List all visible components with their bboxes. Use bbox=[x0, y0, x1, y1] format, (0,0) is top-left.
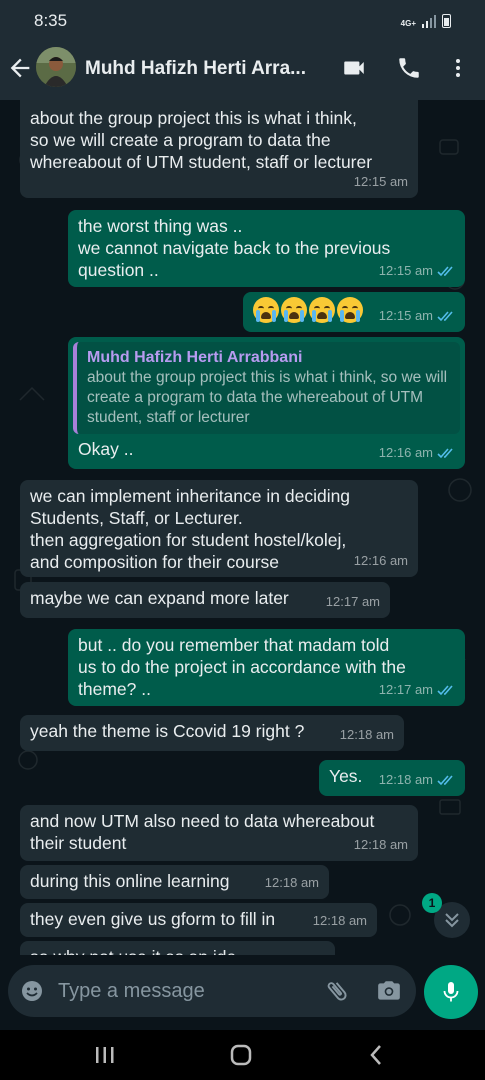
message-time: 12:18 am bbox=[312, 913, 367, 928]
message-list[interactable]: about the group project this is what i t… bbox=[0, 100, 485, 955]
message-bubble-outgoing[interactable]: Yes. 12:18 am bbox=[319, 760, 465, 796]
crying-face-icon bbox=[337, 297, 363, 323]
more-vertical-icon[interactable] bbox=[446, 55, 470, 81]
message-time: 12:16 am bbox=[353, 553, 408, 568]
message-bubble-incoming[interactable]: during this online learning 12:18 am bbox=[20, 865, 329, 899]
crying-face-icon bbox=[253, 297, 279, 323]
quoted-author: Muhd Hafizh Herti Arrabbani bbox=[87, 349, 303, 366]
message-input[interactable] bbox=[58, 977, 308, 1005]
chat-header: Muhd Hafizh Herti Arra... bbox=[0, 38, 485, 100]
video-call-icon[interactable] bbox=[340, 55, 368, 81]
message-time: 12:15 am bbox=[378, 263, 433, 278]
phone-icon[interactable] bbox=[396, 55, 424, 81]
message-bubble-incoming[interactable]: about the group project this is what i t… bbox=[20, 100, 418, 198]
read-receipt-icon bbox=[437, 684, 453, 695]
mic-button[interactable] bbox=[424, 965, 478, 1019]
crying-face-icon bbox=[309, 297, 335, 323]
home-icon[interactable] bbox=[226, 1042, 256, 1068]
quoted-text: about the group project this is what i t… bbox=[87, 369, 448, 426]
message-time: 12:16 am bbox=[378, 445, 433, 460]
unread-count-badge: 1 bbox=[422, 893, 442, 913]
crying-face-icon bbox=[281, 297, 307, 323]
message-time: 12:15 am bbox=[378, 308, 433, 323]
emoji-icon[interactable] bbox=[20, 979, 44, 1003]
message-text: so why not use it as an ide bbox=[30, 946, 325, 955]
read-receipt-icon bbox=[437, 265, 453, 276]
message-bubble-outgoing[interactable]: but .. do you remember that madam told u… bbox=[68, 629, 465, 706]
message-input-box[interactable] bbox=[8, 965, 416, 1017]
system-nav-bar bbox=[0, 1030, 485, 1080]
network-label: 4G+ bbox=[400, 19, 416, 28]
message-time: 12:18 am bbox=[353, 837, 408, 852]
message-text: about the group project this is what i t… bbox=[30, 108, 373, 172]
status-time: 8:35 bbox=[34, 11, 68, 30]
read-receipt-icon bbox=[437, 774, 453, 785]
message-text: and now UTM also need to data whereabout… bbox=[30, 811, 375, 853]
message-bubble-outgoing[interactable]: 12:15 am bbox=[243, 292, 465, 332]
message-time: 12:15 am bbox=[353, 174, 408, 189]
message-bubble-incoming[interactable]: we can implement inheritance in deciding… bbox=[20, 480, 418, 577]
message-text: we can implement inheritance in deciding… bbox=[30, 486, 351, 572]
composer bbox=[0, 955, 485, 1030]
message-bubble-incoming[interactable]: they even give us gform to fill in 12:18… bbox=[20, 903, 377, 937]
message-bubble-incoming[interactable]: and now UTM also need to data whereabout… bbox=[20, 805, 418, 861]
paperclip-icon[interactable] bbox=[324, 978, 350, 1004]
camera-icon[interactable] bbox=[376, 978, 402, 1004]
message-time: 12:18 am bbox=[264, 875, 319, 890]
message-bubble-incoming[interactable]: so why not use it as an ide bbox=[20, 941, 335, 955]
contact-name[interactable]: Muhd Hafizh Herti Arra... bbox=[85, 58, 306, 80]
message-time: 12:18 am bbox=[339, 727, 394, 742]
avatar[interactable] bbox=[36, 47, 76, 87]
mic-icon bbox=[443, 982, 459, 1002]
arrow-left-icon[interactable] bbox=[6, 54, 34, 82]
quoted-message[interactable]: Muhd Hafizh Herti Arrabbani about the gr… bbox=[73, 342, 460, 434]
read-receipt-icon bbox=[437, 447, 453, 458]
status-bar: 8:35 4G+ bbox=[0, 0, 485, 38]
read-receipt-icon bbox=[437, 310, 453, 321]
battery-icon bbox=[442, 14, 451, 28]
message-time: 12:18 am bbox=[378, 772, 433, 787]
message-bubble-outgoing[interactable]: the worst thing was .. we cannot navigat… bbox=[68, 210, 465, 287]
message-bubble-outgoing-reply[interactable]: Muhd Hafizh Herti Arrabbani about the gr… bbox=[68, 337, 465, 469]
message-time: 12:17 am bbox=[325, 594, 380, 609]
recent-apps-icon[interactable] bbox=[90, 1042, 120, 1068]
back-nav-icon[interactable] bbox=[362, 1042, 392, 1068]
status-icons: 4G+ bbox=[401, 12, 451, 28]
message-bubble-incoming[interactable]: yeah the theme is Ccovid 19 right ? 12:1… bbox=[20, 715, 404, 751]
message-bubble-incoming[interactable]: maybe we can expand more later 12:17 am bbox=[20, 582, 390, 618]
signal-icon bbox=[422, 14, 436, 28]
message-time: 12:17 am bbox=[378, 682, 433, 697]
